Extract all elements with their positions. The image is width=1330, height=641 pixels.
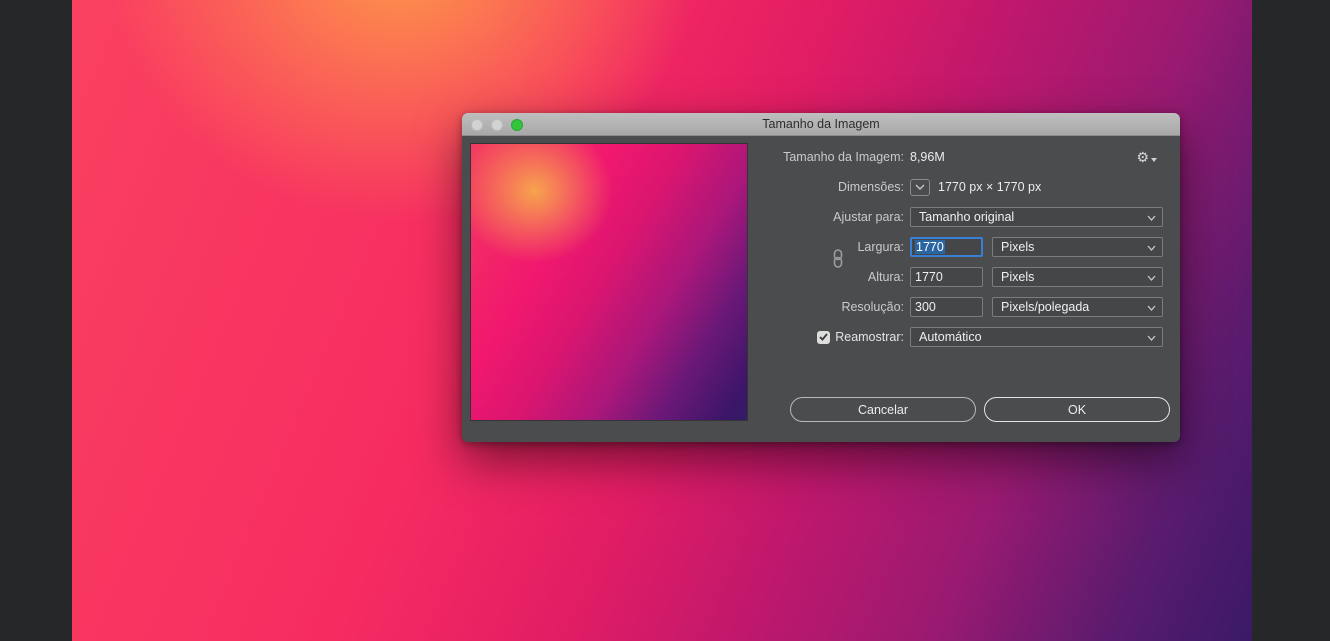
dialog-titlebar[interactable]: Tamanho da Imagem	[462, 113, 1180, 136]
cancel-button[interactable]: Cancelar	[790, 397, 976, 422]
resolution-input[interactable]: 300	[910, 297, 983, 317]
resolution-unit-value: Pixels/polegada	[1001, 300, 1089, 314]
dialog-body: Tamanho da Imagem: 8,96M ⚙ Dimensões:	[462, 136, 1180, 442]
chevron-down-icon	[1147, 305, 1156, 311]
chevron-down-icon	[915, 184, 925, 190]
width-unit-value: Pixels	[1001, 240, 1034, 254]
dimensions-label: Dimensões:	[782, 180, 910, 194]
height-input[interactable]: 1770	[910, 267, 983, 287]
photoshop-screen: Tamanho da Imagem Tamanho da Imagem: 8,9…	[0, 0, 1330, 641]
resolution-label: Resolução:	[782, 300, 910, 314]
resample-label: Reamostrar:	[835, 330, 904, 344]
image-size-value: 8,96M	[910, 150, 945, 164]
fit-to-select[interactable]: Tamanho original	[910, 207, 1163, 227]
chevron-down-icon	[1147, 335, 1156, 341]
dialog-title: Tamanho da Imagem	[462, 113, 1180, 136]
ok-button[interactable]: OK	[984, 397, 1170, 422]
height-label: Altura:	[782, 270, 910, 284]
width-value-selected: 1770	[915, 240, 945, 254]
fit-to-row: Ajustar para: Tamanho original	[782, 206, 1170, 228]
checkmark-icon	[819, 333, 828, 341]
dimensions-value: 1770 px × 1770 px	[938, 180, 1041, 194]
height-row: Altura: 1770 Pixels	[782, 266, 1170, 288]
settings-pane: Tamanho da Imagem: 8,96M ⚙ Dimensões:	[782, 136, 1170, 442]
image-size-label: Tamanho da Imagem:	[782, 150, 910, 164]
resample-checkbox[interactable]	[817, 331, 830, 344]
resample-row: Reamostrar: Automático	[782, 326, 1170, 348]
resolution-value: 300	[915, 300, 936, 314]
height-unit-value: Pixels	[1001, 270, 1034, 284]
resample-value: Automático	[919, 330, 982, 344]
dimensions-row: Dimensões: 1770 px × 1770 px	[782, 176, 1170, 198]
image-size-dialog: Tamanho da Imagem Tamanho da Imagem: 8,9…	[462, 113, 1180, 442]
height-value: 1770	[915, 270, 943, 284]
image-size-row: Tamanho da Imagem: 8,96M ⚙	[782, 146, 1170, 168]
width-input[interactable]: 1770	[910, 237, 983, 257]
resample-select[interactable]: Automático	[910, 327, 1163, 347]
dimensions-unit-button[interactable]	[910, 179, 930, 196]
chevron-down-icon	[1147, 215, 1156, 221]
resolution-row: Resolução: 300 Pixels/polegada	[782, 296, 1170, 318]
height-unit-select[interactable]: Pixels	[992, 267, 1163, 287]
chevron-down-icon	[1147, 245, 1156, 251]
workspace-right-panel	[1252, 0, 1330, 641]
gear-icon: ⚙	[1136, 150, 1149, 164]
image-preview[interactable]	[470, 143, 748, 421]
dialog-buttons: Cancelar OK	[790, 397, 1170, 422]
fit-to-label: Ajustar para:	[782, 210, 910, 224]
chevron-down-icon	[1147, 275, 1156, 281]
gear-menu-button[interactable]: ⚙	[1136, 146, 1157, 168]
resolution-unit-select[interactable]: Pixels/polegada	[992, 297, 1163, 317]
caret-down-icon	[1151, 158, 1157, 162]
width-unit-select[interactable]: Pixels	[992, 237, 1163, 257]
workspace-left-panel	[0, 0, 72, 641]
width-label: Largura:	[782, 240, 910, 254]
fit-to-value: Tamanho original	[919, 210, 1014, 224]
link-dimensions-icon[interactable]	[832, 249, 844, 268]
